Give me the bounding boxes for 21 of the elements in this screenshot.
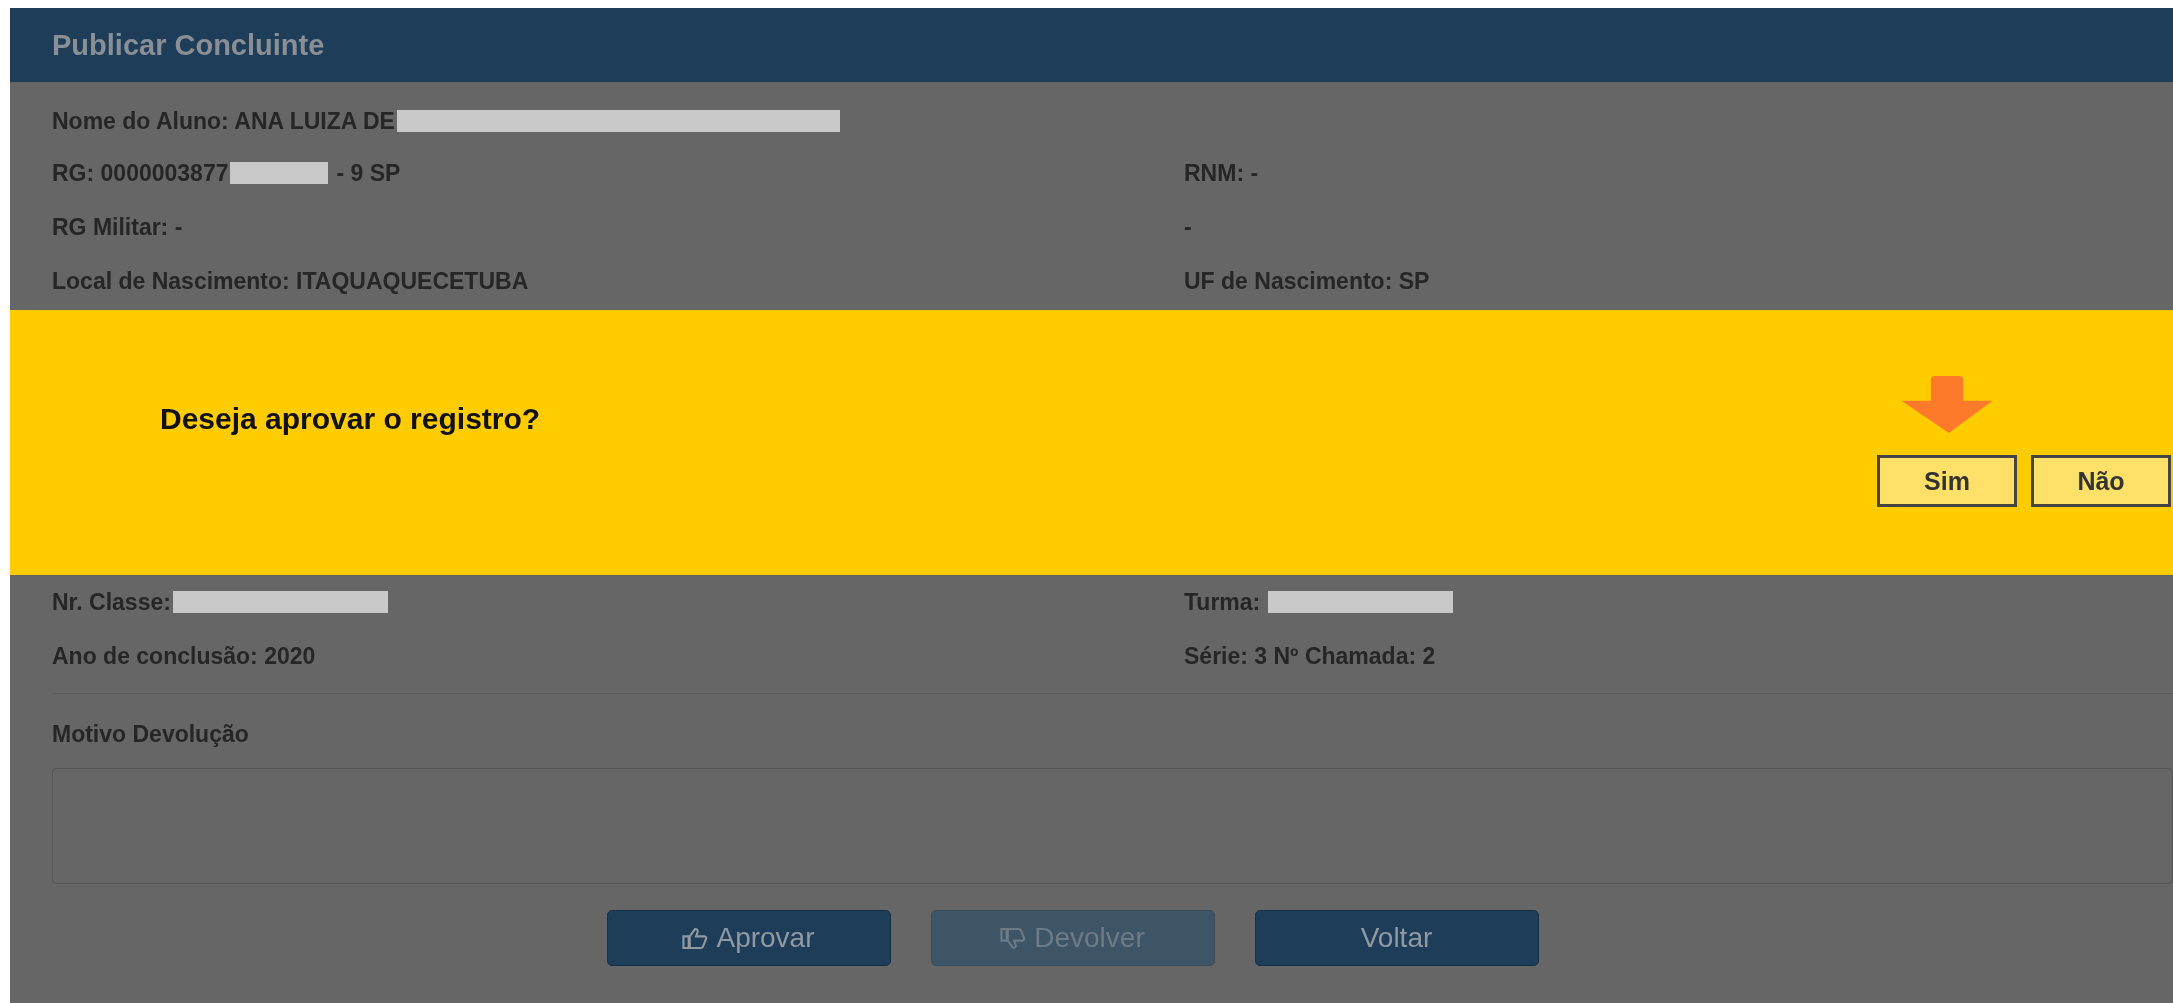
field-text: Ano de conclusão: 2020	[52, 642, 316, 670]
action-button[interactable]: Voltar	[1254, 910, 1539, 966]
field-text: Local de Nascimento: ITAQUAQUECETUBA	[52, 267, 529, 295]
field-text: RNM: -	[1184, 159, 1259, 187]
field-label: Motivo Devolução	[52, 719, 250, 749]
thumbs-down-icon	[1000, 927, 1027, 949]
field-text: RG: 0000003877	[52, 159, 229, 187]
thumbs-up-icon	[682, 927, 709, 949]
action-button[interactable]: Aprovar	[606, 910, 891, 966]
field-text: Nome do Aluno: ANA LUIZA DE	[52, 107, 395, 135]
field-text: Turma:	[1184, 588, 1261, 616]
dialog-message: Deseja aprovar o registro?	[160, 402, 541, 436]
field-text: -	[1184, 213, 1192, 241]
field-text: Nr. Classe:	[52, 588, 171, 616]
panel-title: Publicar Concluinte	[52, 28, 325, 62]
field-text: RG Militar: -	[52, 213, 183, 241]
dialog-button[interactable]: Sim	[1877, 455, 2017, 507]
dialog-button[interactable]: Não	[2031, 455, 2171, 507]
field-text: UF de Nascimento: SP	[1184, 267, 1430, 295]
field-text: - 9 SP	[336, 159, 401, 187]
field-text: Série: 3 Nº Chamada: 2	[1184, 642, 1436, 670]
